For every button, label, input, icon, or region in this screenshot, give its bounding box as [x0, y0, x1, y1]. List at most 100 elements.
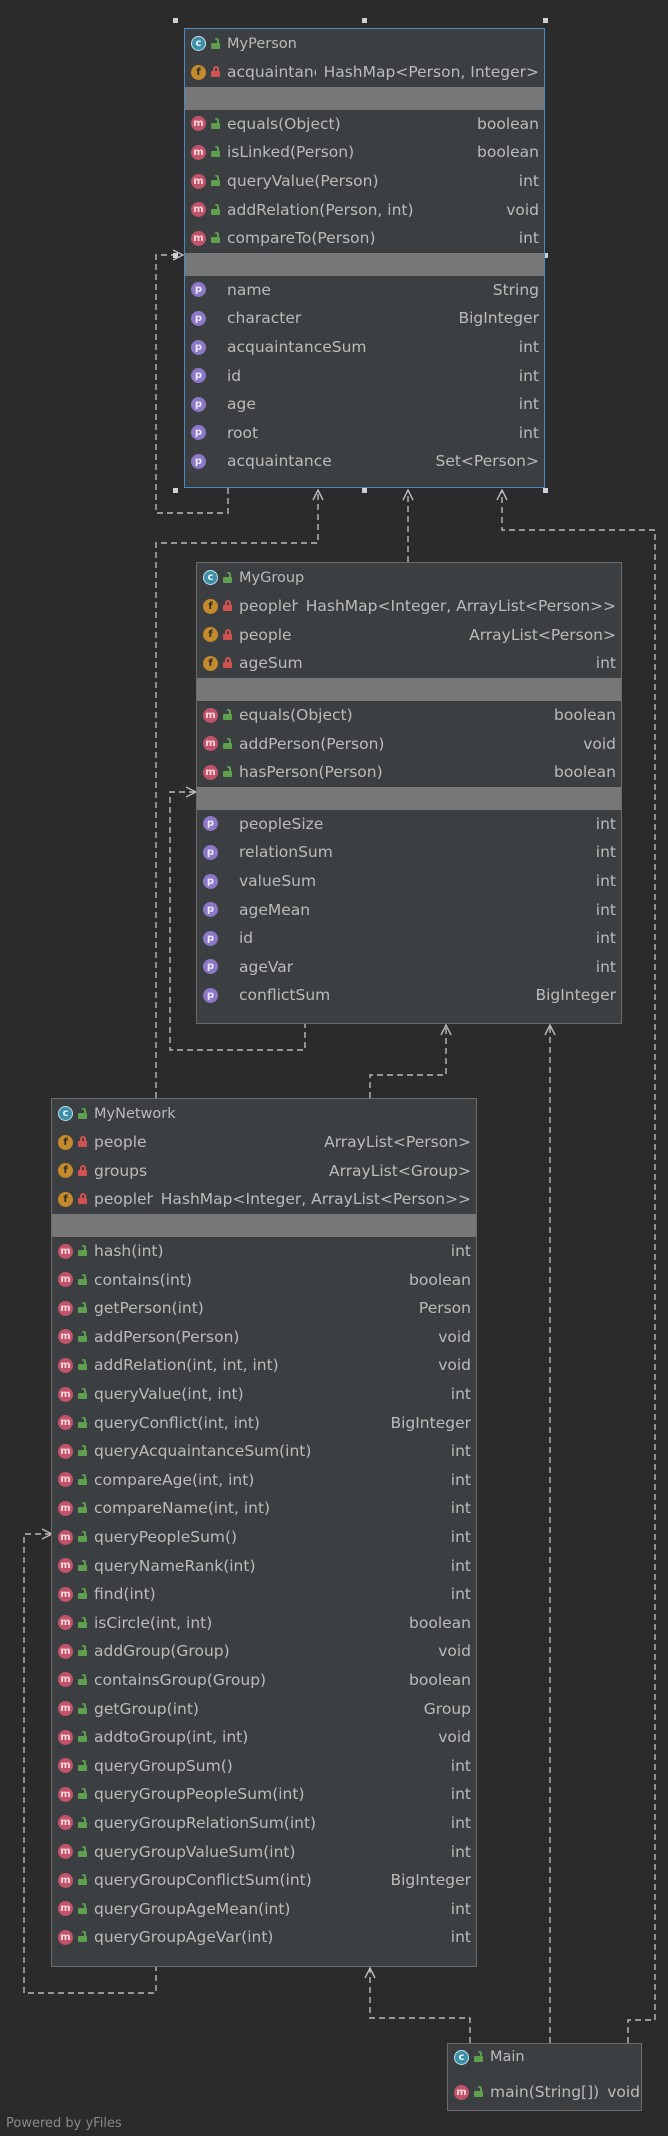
methods-name: main(String[]) [490, 2083, 600, 2101]
methods-row[interactable]: m compareAge(int, int) int [52, 1466, 476, 1495]
methods-row[interactable]: m addtoGroup(int, int) void [52, 1723, 476, 1752]
methods-type: int [450, 1785, 471, 1804]
class-main[interactable]: c Main m main(String[]) void [447, 2043, 642, 2111]
methods-row[interactable]: m contains(int) boolean [52, 1265, 476, 1294]
properties-row[interactable]: p ageVar int [197, 953, 621, 982]
methods-row[interactable]: m queryGroupRelationSum(int) int [52, 1809, 476, 1838]
methods-row[interactable]: m hasPerson(Person) boolean [197, 758, 621, 787]
properties-row[interactable]: p character BigInteger [185, 304, 544, 333]
methods-row[interactable]: m queryValue(int, int) int [52, 1380, 476, 1409]
property-icon: p [203, 902, 218, 918]
methods-row[interactable]: m queryGroupSum() int [52, 1751, 476, 1780]
selection-handle[interactable] [173, 18, 178, 23]
powered-by-label: Powered by yFiles [6, 2116, 122, 2131]
method-icon: m [58, 1243, 73, 1259]
class-header[interactable]: c MyNetwork [52, 1099, 476, 1128]
methods-row[interactable]: m compareName(int, int) int [52, 1494, 476, 1523]
properties-row[interactable]: p id int [197, 924, 621, 953]
method-icon: m [191, 202, 206, 218]
fields-row[interactable]: f ageSum int [197, 649, 621, 678]
fields-row[interactable]: f people ArrayList<Person> [52, 1128, 476, 1157]
public-visibility-icon [77, 1902, 89, 1915]
field-icon: f [203, 655, 218, 671]
method-icon: m [58, 1844, 73, 1860]
properties-row[interactable]: p root int [185, 419, 544, 448]
class-name: MyPerson [227, 35, 297, 52]
properties-row[interactable]: p relationSum int [197, 838, 621, 867]
methods-row[interactable]: m addPerson(Person) void [197, 729, 621, 758]
methods-row[interactable]: m hash(int) int [52, 1237, 476, 1266]
method-icon: m [203, 707, 218, 723]
public-visibility-icon [77, 1245, 89, 1257]
properties-type: String [492, 280, 539, 299]
methods-row[interactable]: m addPerson(Person) void [52, 1323, 476, 1352]
selection-handle[interactable] [173, 253, 178, 258]
method-icon: m [191, 116, 206, 132]
class-mygroup[interactable]: c MyGroup f peoplehm HashMap<Integer, ArrayL… [196, 562, 622, 1024]
method-icon: m [191, 230, 206, 246]
class-header[interactable]: c Main [448, 2044, 641, 2070]
fields-row[interactable]: f acquaintance HashMap<Person, Integer> [185, 58, 544, 87]
properties-name: relationSum [239, 843, 333, 862]
methods-row[interactable]: m getGroup(int) Group [52, 1694, 476, 1723]
methods-row[interactable]: m equals(Object) boolean [185, 110, 544, 139]
methods-row[interactable]: m addRelation(Person, int) void [185, 195, 544, 224]
class-mynetwork[interactable]: c MyNetwork f people ArrayList<Person> f group… [51, 1098, 477, 1967]
properties-row[interactable]: p peopleSize int [197, 810, 621, 839]
methods-row[interactable]: m isCircle(int, int) boolean [52, 1609, 476, 1638]
methods-row[interactable]: m queryValue(Person) int [185, 167, 544, 196]
methods-row[interactable]: m queryAcquaintanceSum(int) int [52, 1437, 476, 1466]
fields-row[interactable]: f people ArrayList<Person> [197, 621, 621, 650]
fields-row[interactable]: f groups ArrayList<Group> [52, 1157, 476, 1186]
fields-row[interactable]: f peoplehm HashMap<Integer, ArrayList<Pers… [197, 592, 621, 621]
methods-row[interactable]: m addGroup(Group) void [52, 1637, 476, 1666]
methods-row[interactable]: m find(int) int [52, 1580, 476, 1609]
selection-handle[interactable] [362, 488, 367, 493]
methods-row[interactable]: m addRelation(int, int, int) void [52, 1351, 476, 1380]
properties-row[interactable]: p acquaintanceSum int [185, 333, 544, 362]
selection-handle[interactable] [543, 488, 548, 493]
methods-row[interactable]: m queryGroupAgeMean(int) int [52, 1894, 476, 1923]
visibility-icon [222, 904, 234, 916]
method-icon: m [203, 736, 218, 752]
methods-row[interactable]: m containsGroup(Group) boolean [52, 1666, 476, 1695]
properties-row[interactable]: p name String [185, 276, 544, 305]
properties-row[interactable]: p acquaintance Set<Person> [185, 447, 544, 476]
methods-row[interactable]: m equals(Object) boolean [197, 701, 621, 730]
methods-row[interactable]: m isLinked(Person) boolean [185, 138, 544, 167]
public-visibility-icon [77, 1645, 89, 1657]
properties-row[interactable]: p age int [185, 390, 544, 419]
methods-row[interactable]: m queryGroupConflictSum(int) BigInteger [52, 1866, 476, 1895]
properties-row[interactable]: p conflictSum BigInteger [197, 981, 621, 1010]
properties-row[interactable]: p ageMean int [197, 895, 621, 924]
selection-handle[interactable] [362, 18, 367, 23]
methods-row[interactable]: m queryPeopleSum() int [52, 1523, 476, 1552]
methods-row[interactable]: m queryConflict(int, int) BigInteger [52, 1408, 476, 1437]
private-visibility-icon [222, 628, 234, 641]
public-visibility-icon [77, 1588, 89, 1600]
methods-type: boolean [477, 143, 539, 162]
methods-row[interactable]: m queryGroupPeopleSum(int) int [52, 1780, 476, 1809]
properties-row[interactable]: p id int [185, 361, 544, 390]
selection-handle[interactable] [543, 18, 548, 23]
fields-row[interactable]: f peoplehm HashMap<Integer, ArrayList<Pers… [52, 1185, 476, 1214]
methods-name: queryValue(int, int) [94, 1385, 244, 1404]
visibility-icon [222, 846, 234, 858]
methods-name: compareTo(Person) [227, 229, 376, 248]
methods-row[interactable]: m queryGroupAgeVar(int) int [52, 1923, 476, 1952]
methods-row[interactable]: m compareTo(Person) int [185, 224, 544, 253]
class-header[interactable]: c MyGroup [197, 563, 621, 592]
methods-row[interactable]: m queryNameRank(int) int [52, 1551, 476, 1580]
methods-row[interactable]: m queryGroupValueSum(int) int [52, 1837, 476, 1866]
public-visibility-icon [77, 1473, 89, 1486]
methods-type: BigInteger [390, 1413, 471, 1432]
selection-handle[interactable] [173, 488, 178, 493]
properties-row[interactable]: p valueSum int [197, 867, 621, 896]
properties-type: BigInteger [458, 309, 539, 328]
methods-name: queryGroupSum() [94, 1756, 233, 1775]
methods-row[interactable]: m getPerson(int) Person [52, 1294, 476, 1323]
class-myperson[interactable]: c MyPerson f acquaintance HashMap<Person, In… [184, 28, 545, 488]
class-header[interactable]: c MyPerson [185, 29, 544, 58]
methods-row[interactable]: m main(String[]) void [448, 2078, 641, 2106]
methods-name: queryGroupAgeMean(int) [94, 1899, 291, 1918]
